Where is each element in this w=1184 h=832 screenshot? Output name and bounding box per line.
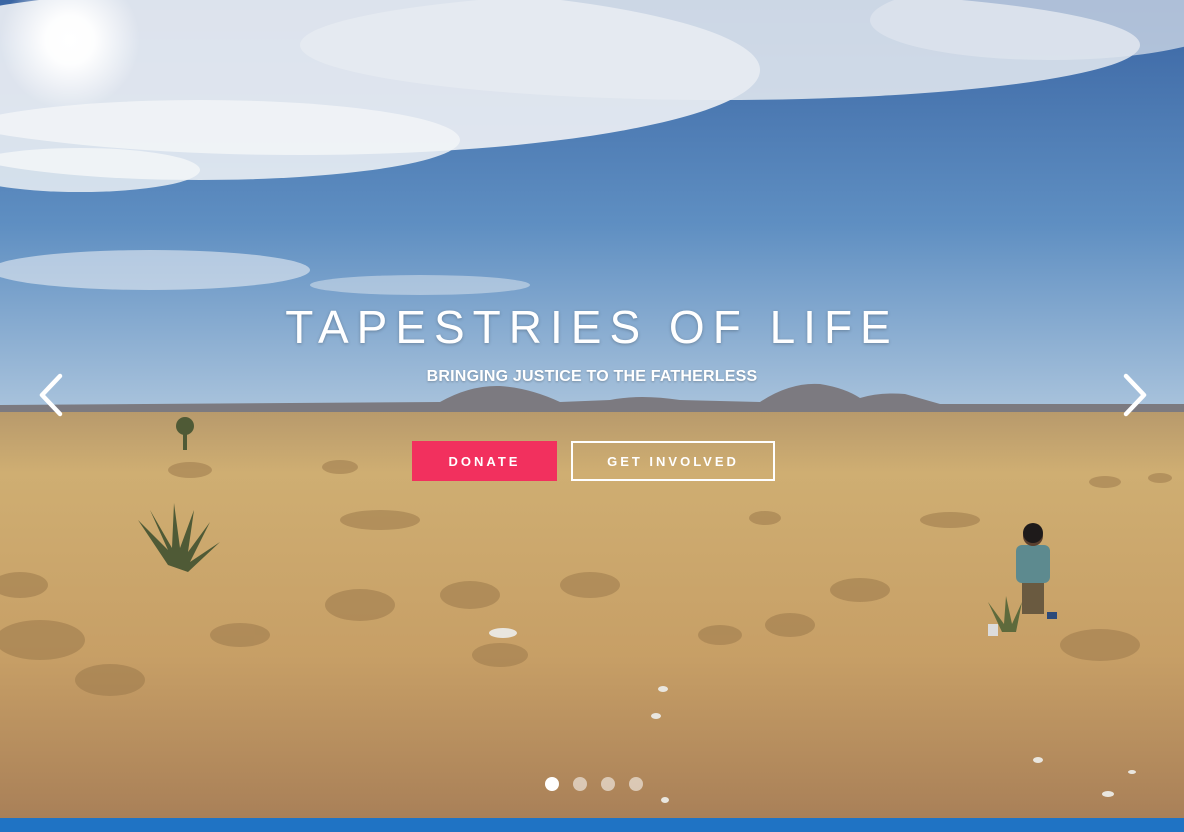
hero-background-image — [0, 0, 1184, 818]
hero-carousel: TAPESTRIES OF LIFE BRINGING JUSTICE TO T… — [0, 0, 1184, 818]
carousel-dot-4[interactable] — [629, 777, 643, 791]
get-involved-button[interactable]: GET INVOLVED — [571, 441, 775, 481]
carousel-dot-1[interactable] — [545, 777, 559, 791]
chevron-right-icon — [1123, 373, 1147, 417]
carousel-indicators — [545, 777, 643, 791]
chevron-left-icon — [39, 373, 63, 417]
hero-title: TAPESTRIES OF LIFE — [285, 301, 899, 353]
carousel-next-button[interactable] — [1114, 372, 1154, 418]
carousel-dot-3[interactable] — [601, 777, 615, 791]
carousel-prev-button[interactable] — [32, 372, 72, 418]
donate-button[interactable]: DONATE — [412, 441, 557, 481]
bottom-bar — [0, 818, 1184, 832]
carousel-dot-2[interactable] — [573, 777, 587, 791]
hero-subtitle: BRINGING JUSTICE TO THE FATHERLESS — [426, 368, 758, 385]
